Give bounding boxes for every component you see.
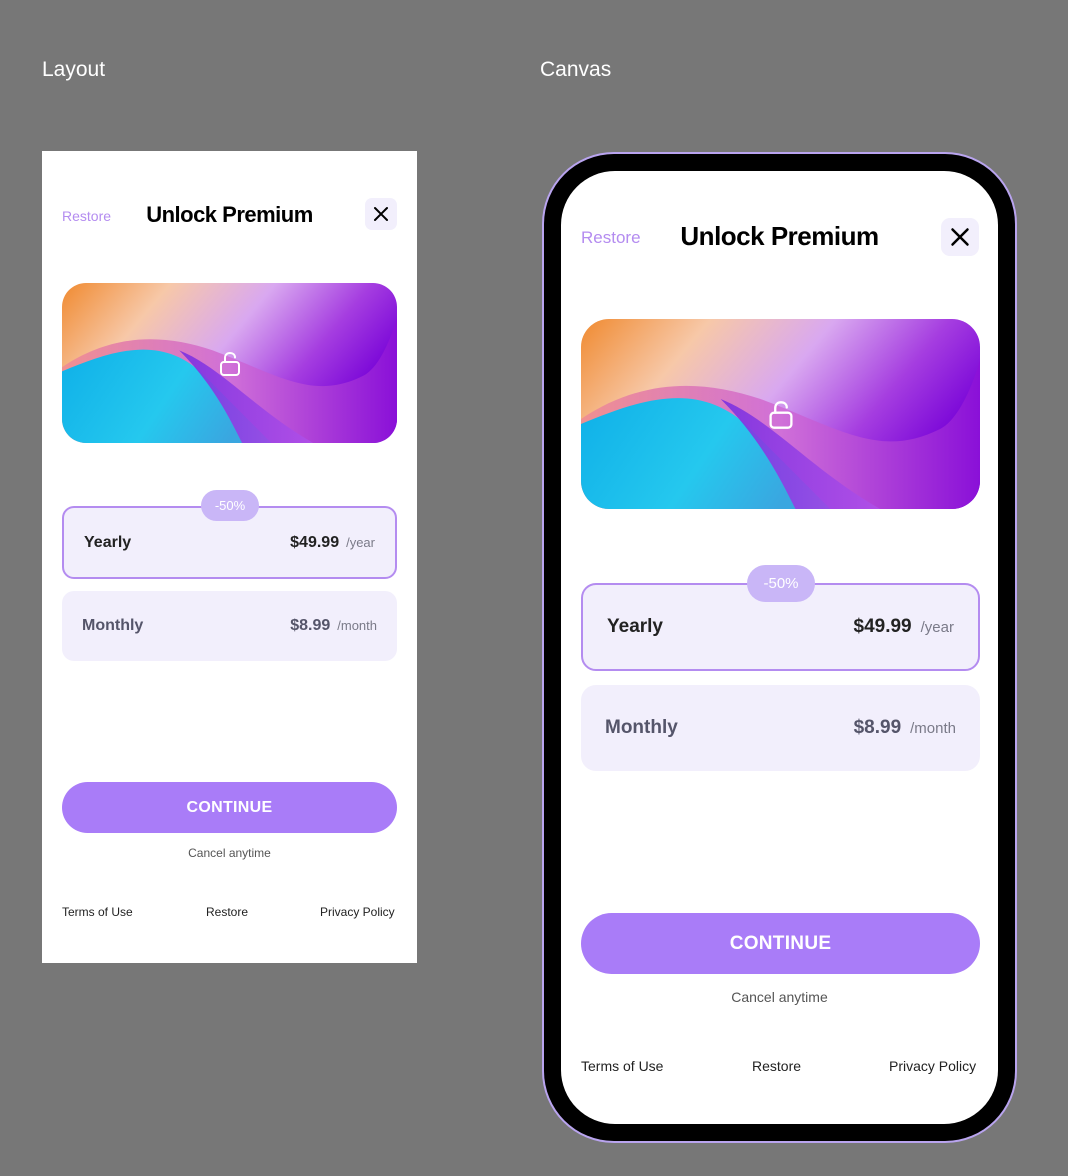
plan-price: $8.99 [853, 717, 902, 738]
plan-price-group: $49.99/year [290, 534, 375, 552]
footer-privacy-link[interactable]: Privacy Policy [889, 1058, 976, 1074]
hero-image [581, 319, 980, 509]
continue-button[interactable]: CONTINUE [62, 782, 397, 833]
plan-period: /month [910, 720, 956, 737]
plan-price: $49.99 [853, 616, 912, 637]
page-title: Unlock Premium [146, 202, 313, 227]
unlock-icon [220, 351, 240, 376]
plan-name: Yearly [84, 533, 132, 551]
cancel-note: Cancel anytime [731, 989, 828, 1005]
plan-price-group: $8.99/month [854, 717, 956, 739]
continue-button[interactable]: CONTINUE [581, 913, 980, 974]
footer-privacy-link[interactable]: Privacy Policy [320, 905, 395, 919]
plan-name: Yearly [607, 616, 663, 637]
device-bezel: Restore Unlock Premium Yearly $49.99 /ye… [544, 154, 1015, 1141]
plan-price-group: $49.99/year [854, 616, 954, 638]
close-icon [951, 228, 969, 246]
plan-period: /year [920, 619, 954, 636]
plan-price: $49.99 [290, 533, 340, 551]
footer-restore-link[interactable]: Restore [752, 1058, 801, 1074]
canvas-section-label: Canvas [540, 58, 612, 81]
hero-image [62, 283, 397, 443]
layout-section-label: Layout [42, 58, 106, 81]
plan-price-group: $8.99/month [290, 617, 377, 635]
close-icon [374, 207, 388, 221]
plan-period: /year [346, 534, 375, 550]
plan-price: $8.99 [290, 617, 331, 634]
footer-terms-link[interactable]: Terms of Use [62, 905, 133, 919]
layout-artboard: Restore Unlock Premium Yearly $49.99 /ye… [42, 151, 417, 963]
close-button[interactable] [941, 218, 979, 256]
plan-option-monthly[interactable]: Monthly $8.99/month [581, 685, 980, 771]
cancel-note: Cancel anytime [188, 846, 271, 860]
plan-period: /month [337, 618, 377, 633]
unlock-icon [769, 401, 793, 429]
plan-name: Monthly [605, 717, 678, 738]
discount-badge: -50% [747, 565, 815, 602]
device-frame: Restore Unlock Premium Yearly $49.99 /ye… [542, 152, 1017, 1143]
footer-terms-link[interactable]: Terms of Use [581, 1058, 663, 1074]
plan-name: Monthly [82, 617, 144, 634]
plan-option-monthly[interactable]: Monthly $8.99/month [62, 591, 397, 661]
page-title: Unlock Premium [680, 221, 879, 251]
discount-badge: -50% [201, 490, 259, 521]
close-button[interactable] [365, 198, 397, 230]
footer-restore-link[interactable]: Restore [206, 905, 248, 919]
device-screen: Restore Unlock Premium Yearly $49.99 /ye… [561, 171, 998, 1124]
